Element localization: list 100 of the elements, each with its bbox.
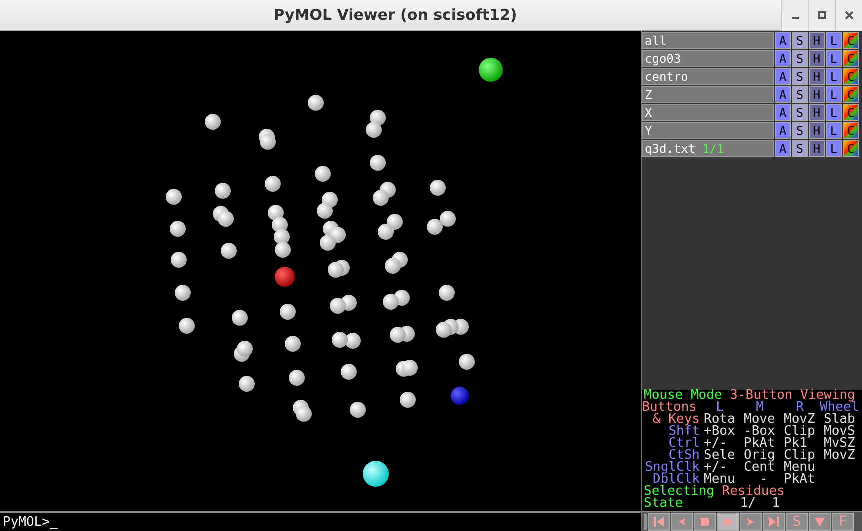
mouse-key-label: Shft (668, 426, 701, 438)
next-button[interactable] (740, 512, 762, 530)
state-label: State (644, 498, 684, 510)
object-action-button[interactable]: L (826, 140, 842, 157)
mouse-action: Clip (784, 426, 816, 438)
selecting-value: Residues (722, 484, 785, 499)
object-name[interactable]: centro (642, 68, 774, 85)
object-action-button[interactable]: L (826, 122, 842, 139)
mouse-action: Pk1 (784, 438, 808, 450)
object-action-button[interactable]: A (775, 122, 791, 139)
object-action-button[interactable]: C (843, 122, 859, 139)
mouse-action: Cent (744, 462, 776, 474)
mouse-action: MovZ (784, 414, 816, 426)
menu-button[interactable] (809, 512, 831, 530)
mouse-action: Menu (704, 474, 736, 486)
object-name[interactable]: Z (642, 86, 774, 103)
last-button[interactable] (763, 512, 785, 530)
maximize-button[interactable] (808, 0, 835, 30)
object-action-button[interactable]: S (792, 32, 808, 49)
object-action-button[interactable]: C (843, 86, 859, 103)
object-name[interactable]: q3d.txt 1/1 (642, 140, 774, 157)
minimize-icon (792, 17, 798, 19)
window-title: PyMOL Viewer (on scisoft12) (272, 4, 518, 26)
object-action-button[interactable]: L (826, 104, 842, 121)
mouse-key-label: DblClk (653, 474, 700, 486)
object-action-button[interactable]: A (775, 104, 791, 121)
object-label: Y (645, 122, 652, 140)
state-count: 1 (771, 498, 780, 510)
object-action-button[interactable]: S (792, 104, 808, 121)
object-action-button[interactable]: H (809, 32, 825, 49)
mouse-action: PkAt (784, 474, 816, 486)
state-value: 1/ (739, 498, 756, 510)
mouse-action: +/- (704, 462, 728, 474)
mouse-action: +Box (704, 426, 736, 438)
mouse-action: MvSZ (824, 438, 856, 450)
mouse-action: Move (744, 414, 776, 426)
mouse-action: Rota (704, 414, 736, 426)
mouse-column-header: Buttons (642, 402, 697, 414)
object-action-button[interactable]: S (792, 86, 808, 103)
object-name[interactable]: Y (642, 122, 774, 139)
object-name[interactable]: X (642, 104, 774, 121)
object-action-button[interactable]: A (775, 140, 791, 157)
mouse-action: Slab (824, 414, 856, 426)
object-action-button[interactable]: S (792, 68, 808, 85)
mouse-column-header: L (716, 402, 724, 414)
object-label: all (645, 32, 667, 50)
object-action-button[interactable]: H (809, 68, 825, 85)
prev-button[interactable] (671, 512, 693, 530)
close-icon (844, 10, 854, 20)
mouse-action: MovS (824, 426, 856, 438)
object-label: Z (645, 86, 652, 104)
maximize-icon (818, 10, 826, 20)
object-action-button[interactable]: C (843, 32, 859, 49)
object-action-button[interactable]: H (809, 122, 825, 139)
mouse-action: Orig (744, 450, 776, 462)
object-action-button[interactable]: L (826, 50, 842, 67)
object-action-button[interactable]: L (826, 68, 842, 85)
object-name[interactable]: all (642, 32, 774, 49)
command-prompt[interactable]: PyMOL>_ (3, 516, 58, 528)
object-action-button[interactable]: H (809, 50, 825, 67)
object-action-button[interactable]: H (809, 104, 825, 121)
mouse-column-header: Wheel (820, 402, 860, 414)
play-button[interactable] (717, 512, 739, 530)
object-action-button[interactable]: C (843, 140, 859, 157)
object-action-button[interactable]: A (775, 86, 791, 103)
object-action-button[interactable]: S (792, 140, 808, 157)
mouse-action: PkAt (744, 438, 776, 450)
object-label: cgo03 (645, 50, 682, 68)
object-label: q3d.txt (645, 140, 696, 158)
object-action-button[interactable]: H (809, 86, 825, 103)
object-name[interactable]: cgo03 (642, 50, 774, 67)
object-action-button[interactable]: A (775, 50, 791, 67)
mouse-action: -Box (744, 426, 776, 438)
object-action-button[interactable]: C (843, 68, 859, 85)
mouse-action: - (760, 474, 768, 486)
object-state: 1/1 (702, 140, 724, 158)
object-action-button[interactable]: A (775, 68, 791, 85)
object-action-button[interactable]: C (843, 104, 859, 121)
object-action-button[interactable]: A (775, 32, 791, 49)
object-action-button[interactable]: H (809, 140, 825, 157)
object-action-button[interactable]: C (843, 50, 859, 67)
mouse-key-label: SnglClk (645, 462, 701, 474)
selecting-label: Selecting (644, 484, 714, 499)
mouse-column-header: R (796, 402, 804, 414)
object-action-button[interactable]: S (792, 50, 808, 67)
mouse-key-label: Ctrl (668, 438, 701, 450)
stop-button[interactable] (694, 512, 716, 530)
mouse-key-label: CtSh (668, 450, 701, 462)
object-action-button[interactable]: S (792, 122, 808, 139)
first-button[interactable] (648, 512, 670, 530)
mouse-column-header: M (756, 402, 764, 414)
object-label: centro (645, 68, 688, 86)
mouse-action: Sele (704, 450, 736, 462)
close-button[interactable] (835, 0, 862, 30)
object-action-button[interactable]: L (826, 86, 842, 103)
object-label: X (645, 104, 652, 122)
mouse-action: Clip (784, 450, 816, 462)
object-action-button[interactable]: L (826, 32, 842, 49)
mouse-action: +/- (704, 438, 728, 450)
mouse-action: Menu (784, 462, 816, 474)
